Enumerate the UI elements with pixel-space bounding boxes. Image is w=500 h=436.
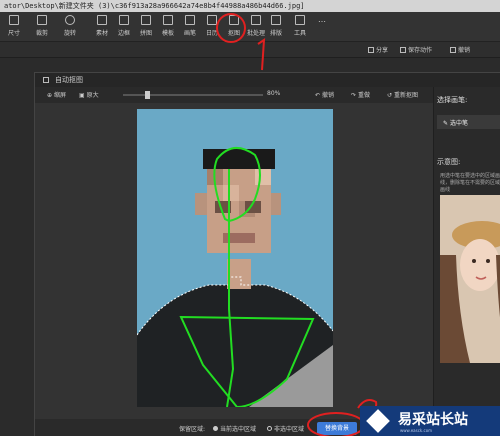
undo-icon (450, 47, 456, 53)
brush-heading: 选择画笔: (437, 96, 468, 104)
share-button[interactable]: 分享 (368, 45, 388, 54)
radio-selected-area[interactable]: 当前选中区域 (213, 424, 256, 433)
watermark-logo-icon (366, 409, 390, 433)
tools-icon (295, 15, 305, 25)
layout-icon (271, 15, 281, 25)
fit-icon: ⊕ (47, 92, 54, 99)
reset-cutout-button[interactable]: ↺ 重新抠图 (387, 90, 418, 99)
example-note: 用选中笔在要选中的区域画线，删除笔在不需要的区域画线 (440, 173, 500, 193)
replace-background-button[interactable]: 替换背景 (317, 422, 357, 435)
undo-button[interactable]: 撤销 (450, 45, 470, 54)
redo-icon: ↷ (351, 92, 358, 99)
example-heading: 示意图: (437, 158, 461, 166)
dialog-title: 自动抠图 (35, 73, 500, 87)
zoom-slider-knob[interactable] (145, 91, 150, 99)
batch-icon (251, 15, 261, 25)
calendar-icon (207, 15, 217, 25)
watermark: 易采站长站 www.easck.com (360, 406, 500, 436)
watermark-url: www.easck.com (400, 428, 433, 433)
tool-tools[interactable]: 工具 (290, 15, 310, 37)
radio-unselected-area[interactable]: 非选中区域 (267, 424, 304, 433)
tool-layout[interactable]: 排版 (266, 15, 286, 37)
cutout-icon (43, 77, 49, 83)
secondary-toolbar: 分享 保存动作 撤销 (0, 42, 500, 58)
brush-icon: ✎ (443, 120, 450, 127)
border-icon (119, 15, 129, 25)
tool-border[interactable]: 边框 (114, 15, 134, 37)
tool-template[interactable]: 模板 (158, 15, 178, 37)
zoom-in-button[interactable]: ▣ 原大 (79, 90, 99, 99)
rotate-icon (65, 15, 75, 25)
dialog-controls: ⊕ 缩屏 ▣ 原大 80% ↶ 撤销 ↷ 重做 ↺ 重新抠图 (35, 87, 433, 103)
radio-dot-on (213, 426, 218, 431)
keep-area-label: 保留区域: (179, 426, 206, 433)
save-action-icon (400, 47, 406, 53)
photo-canvas[interactable] (137, 109, 333, 407)
material-icon (97, 15, 107, 25)
undo-icon: ↶ (315, 92, 322, 99)
tool-collage[interactable]: 拼图 (136, 15, 156, 37)
example-image (440, 195, 500, 363)
dialog-redo-button[interactable]: ↷ 重做 (351, 90, 370, 99)
crop-icon (37, 15, 47, 25)
sample-portrait (440, 195, 500, 363)
tool-resize[interactable]: 尺寸 (4, 15, 24, 37)
watermark-brand: 易采站长站 (398, 412, 468, 428)
zoom-value: 80% (267, 90, 281, 97)
brush-tabs: ✎ 选中笔 (437, 115, 500, 129)
window-title: ator\Desktop\新建文件夹 (3)\c36f913a28a966642… (0, 0, 500, 12)
tool-material[interactable]: 素材 (92, 15, 112, 37)
cutout-icon (229, 15, 239, 25)
side-panel: 选择画笔: ✎ 选中笔 示意图: 用选中笔在要选中的区域画线，删除笔在不需要的区… (433, 87, 500, 436)
main-toolbar: 尺寸 裁剪 旋转 素材 边框 拼图 模板 画笔 日历 抠图 批处理 排版 工具 … (0, 12, 500, 42)
zoom-out-button[interactable]: ⊕ 缩屏 (47, 90, 66, 99)
dialog-undo-button[interactable]: ↶ 撤销 (315, 90, 334, 99)
share-icon (368, 47, 374, 53)
more-button[interactable]: … (312, 15, 332, 24)
collage-icon (141, 15, 151, 25)
template-icon (163, 15, 173, 25)
save-action-button[interactable]: 保存动作 (400, 45, 432, 54)
tool-crop[interactable]: 裁剪 (32, 15, 52, 37)
foreground-brush-tab[interactable]: ✎ 选中笔 (443, 118, 468, 127)
reset-icon: ↺ (387, 92, 394, 99)
tool-brush[interactable]: 画笔 (180, 15, 200, 37)
resize-icon (9, 15, 19, 25)
tool-rotate[interactable]: 旋转 (60, 15, 80, 37)
tool-batch[interactable]: 批处理 (246, 15, 266, 37)
auto-cutout-dialog: 自动抠图 ⊕ 缩屏 ▣ 原大 80% ↶ 撤销 ↷ 重做 ↺ 重新抠图 保留区域… (34, 72, 500, 436)
tool-calendar[interactable]: 日历 (202, 15, 222, 37)
actual-size-icon: ▣ (79, 92, 87, 99)
tool-cutout[interactable]: 抠图 (224, 15, 244, 37)
canvas-area[interactable] (35, 103, 433, 419)
brush-icon (185, 15, 195, 25)
zoom-slider[interactable] (123, 91, 263, 99)
radio-dot-off (267, 426, 272, 431)
portrait-photo (137, 147, 333, 407)
